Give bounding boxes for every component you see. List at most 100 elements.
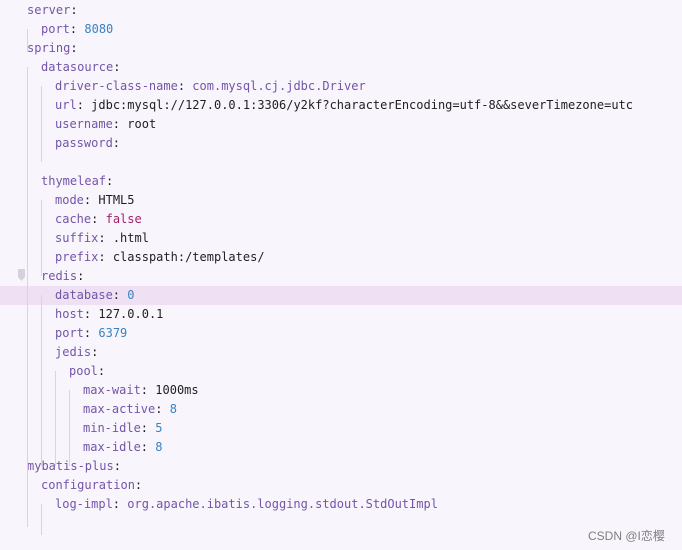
code-line[interactable]: log-impl: org.apache.ibatis.logging.stdo… [0, 495, 682, 514]
yaml-colon: : [83, 193, 92, 207]
code-line-current[interactable]: database: 0 [0, 286, 682, 305]
yaml-value: 8 [155, 440, 163, 454]
code-line[interactable]: redis: [0, 267, 682, 286]
code-line-text: port: 8080 [41, 20, 113, 39]
yaml-colon: : [83, 307, 92, 321]
code-line-text: prefix: classpath:/templates/ [55, 248, 265, 267]
code-line[interactable]: configuration: [0, 476, 682, 495]
yaml-colon: : [97, 364, 106, 378]
yaml-key: pool [69, 364, 98, 378]
code-line[interactable]: port: 8080 [0, 20, 682, 39]
code-line-text: pool: [69, 362, 105, 381]
indent-guide [41, 295, 42, 466]
code-line[interactable]: max-active: 8 [0, 400, 682, 419]
code-line-text: configuration: [41, 476, 142, 495]
yaml-value: 8080 [84, 22, 114, 36]
yaml-colon: : [134, 478, 143, 492]
code-line-text: server: [27, 1, 78, 20]
code-line[interactable]: server: [0, 1, 682, 20]
code-line-text: datasource: [41, 58, 120, 77]
code-line-text: database: 0 [55, 286, 135, 305]
yaml-key: redis [41, 269, 78, 283]
yaml-colon: : [77, 269, 85, 283]
yaml-key: cache [55, 212, 92, 226]
yaml-colon: : [177, 79, 186, 93]
yaml-colon: : [140, 383, 149, 397]
yaml-value: 1000ms [155, 383, 199, 397]
yaml-key: max-idle [83, 440, 141, 454]
yaml-colon: : [140, 440, 149, 454]
code-line[interactable]: password: [0, 134, 682, 153]
indent-guide [27, 29, 28, 52]
yaml-colon: : [113, 459, 121, 473]
code-line[interactable]: max-idle: 8 [0, 438, 682, 457]
yaml-key: driver-class-name [55, 79, 178, 93]
yaml-colon: : [112, 497, 121, 511]
yaml-value: .html [112, 231, 149, 245]
code-line-text: driver-class-name: com.mysql.cj.jdbc.Dri… [55, 77, 366, 96]
code-line[interactable]: username: root [0, 115, 682, 134]
indent-guide [41, 200, 42, 276]
yaml-key: configuration [41, 478, 135, 492]
code-line-text: password: [55, 134, 120, 153]
code-line-text: max-wait: 1000ms [83, 381, 199, 400]
indent-guide [41, 86, 42, 162]
yaml-key: server [27, 3, 71, 17]
code-line-text: suffix: .html [55, 229, 149, 248]
code-line-text: log-impl: org.apache.ibatis.logging.stdo… [55, 495, 438, 514]
yaml-key: port [41, 22, 70, 36]
code-line[interactable] [0, 153, 682, 172]
yaml-colon: : [98, 250, 106, 264]
code-line[interactable]: datasource: [0, 58, 682, 77]
code-line[interactable] [0, 514, 682, 533]
yaml-value: jdbc:mysql://127.0.0.1:3306/y2kf?charact… [91, 98, 634, 112]
yaml-key: max-active [83, 402, 156, 416]
code-line[interactable]: url: jdbc:mysql://127.0.0.1:3306/y2kf?ch… [0, 96, 682, 115]
code-line-text: min-idle: 5 [83, 419, 163, 438]
code-line[interactable]: thymeleaf: [0, 172, 682, 191]
code-line-text: mode: HTML5 [55, 191, 135, 210]
code-line-text: username: root [55, 115, 156, 134]
yaml-colon: : [91, 345, 99, 359]
yaml-key: suffix [55, 231, 99, 245]
indent-guide [69, 390, 70, 466]
yaml-key: max-wait [83, 383, 141, 397]
code-line-text: spring: [27, 39, 78, 58]
indent-guide [27, 67, 28, 527]
code-line[interactable]: cache: false [0, 210, 682, 229]
yaml-key: password [55, 136, 113, 150]
yaml-value: root [127, 117, 157, 131]
yaml-colon: : [112, 136, 121, 150]
code-line[interactable]: max-wait: 1000ms [0, 381, 682, 400]
yaml-colon: : [91, 212, 99, 226]
code-line[interactable]: port: 6379 [0, 324, 682, 343]
yaml-value: classpath:/templates/ [112, 250, 265, 264]
code-line[interactable]: min-idle: 5 [0, 419, 682, 438]
yaml-colon: : [140, 421, 149, 435]
code-line[interactable]: mybatis-plus: [0, 457, 682, 476]
code-line[interactable]: spring: [0, 39, 682, 58]
code-line-text: jedis: [55, 343, 98, 362]
code-line[interactable]: host: 127.0.0.1 [0, 305, 682, 324]
yaml-value: 0 [127, 288, 135, 302]
code-line-text: cache: false [55, 210, 142, 229]
yaml-key: datasource [41, 60, 114, 74]
yaml-colon: : [98, 231, 106, 245]
yaml-key: username [55, 117, 113, 131]
yaml-value: 5 [155, 421, 163, 435]
yaml-key: mybatis-plus [27, 459, 114, 473]
code-line[interactable]: jedis: [0, 343, 682, 362]
yaml-key: min-idle [83, 421, 141, 435]
code-line[interactable]: pool: [0, 362, 682, 381]
yaml-value: false [105, 212, 142, 226]
code-line[interactable]: mode: HTML5 [0, 191, 682, 210]
yaml-colon: : [112, 288, 121, 302]
yaml-colon: : [112, 117, 121, 131]
indent-guide [55, 371, 56, 466]
code-line[interactable]: suffix: .html [0, 229, 682, 248]
code-line[interactable]: driver-class-name: com.mysql.cj.jdbc.Dri… [0, 77, 682, 96]
code-editor[interactable]: server: port: 8080 spring: datasource: drive… [0, 0, 682, 550]
code-line-text: max-idle: 8 [83, 438, 163, 457]
yaml-key: url [55, 98, 77, 112]
code-line[interactable]: prefix: classpath:/templates/ [0, 248, 682, 267]
